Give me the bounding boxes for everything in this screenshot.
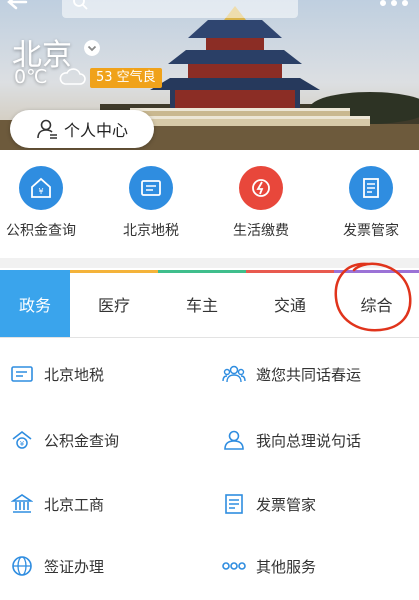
city-dropdown-icon[interactable] <box>84 40 100 56</box>
quick-label: 发票管家 <box>343 223 399 239</box>
service-local-tax[interactable]: 北京地税 <box>10 354 104 394</box>
tab-government[interactable]: 政务 <box>0 270 70 337</box>
service-premier-feedback[interactable]: 我向总理说句话 <box>222 420 361 460</box>
tab-label: 车主 <box>185 295 218 315</box>
tab-car-owner[interactable]: 车主 <box>158 270 246 337</box>
tab-label: 交通 <box>273 295 306 315</box>
user-speak-icon <box>222 428 246 452</box>
service-label: 其他服务 <box>256 557 317 576</box>
quick-local-tax[interactable]: 北京地税 <box>96 160 206 240</box>
back-arrow-icon[interactable] <box>4 0 30 16</box>
tab-label: 医疗 <box>97 295 130 315</box>
service-label: 公积金查询 <box>44 431 120 450</box>
air-quality-badge: 53 空气良 <box>90 68 162 88</box>
svg-text:¥: ¥ <box>38 187 43 196</box>
tax-card-icon <box>10 362 34 386</box>
tab-medical[interactable]: 医疗 <box>70 270 158 337</box>
user-icon <box>37 119 57 139</box>
red-circle-annotation <box>334 262 412 332</box>
svg-text:¥: ¥ <box>20 440 25 448</box>
quick-services: ¥ 公积金查询 北京地税 生活缴费 发票管家 <box>0 160 419 256</box>
service-label: 签证办理 <box>44 557 105 576</box>
bill-pay-icon <box>239 166 283 210</box>
tax-card-icon <box>129 166 173 210</box>
quick-label: 生活缴费 <box>233 223 289 239</box>
service-label: 我向总理说句话 <box>256 431 362 450</box>
quick-housing-fund[interactable]: ¥ 公积金查询 <box>0 160 96 240</box>
service-label: 发票管家 <box>256 495 317 514</box>
quick-label: 北京地税 <box>123 223 179 239</box>
tab-color-bar <box>246 270 334 273</box>
service-housing-fund[interactable]: ¥ 公积金查询 <box>10 420 119 460</box>
invoice-icon <box>222 492 246 516</box>
quick-label: 公积金查询 <box>6 223 76 239</box>
service-visa[interactable]: 签证办理 <box>10 546 104 586</box>
service-spring-travel[interactable]: 邀您共同话春运 <box>222 354 361 394</box>
housing-fund-icon: ¥ <box>10 428 34 452</box>
search-icon <box>73 0 88 10</box>
service-label: 北京工商 <box>44 495 105 514</box>
service-invoice[interactable]: 发票管家 <box>222 484 316 524</box>
temperature: 0℃ <box>14 66 48 88</box>
service-industry-commerce[interactable]: 北京工商 <box>10 484 104 524</box>
cloud-icon <box>59 68 86 85</box>
search-input[interactable] <box>62 0 298 18</box>
housing-fund-icon: ¥ <box>19 166 63 210</box>
personal-center-button[interactable]: 个人中心 <box>10 110 154 148</box>
more-dots-icon <box>222 554 246 578</box>
globe-icon <box>10 554 34 578</box>
quick-invoice[interactable]: 发票管家 <box>316 160 419 240</box>
more-menu-icon[interactable] <box>377 0 411 10</box>
quick-bill-pay[interactable]: 生活缴费 <box>206 160 316 240</box>
tab-color-bar <box>70 270 158 273</box>
group-icon <box>222 362 246 386</box>
tab-color-bar <box>158 270 246 273</box>
tab-traffic[interactable]: 交通 <box>246 270 334 337</box>
service-label: 北京地税 <box>44 365 105 384</box>
service-other[interactable]: 其他服务 <box>222 546 316 586</box>
bank-building-icon <box>10 492 34 516</box>
invoice-icon <box>349 166 393 210</box>
personal-center-label: 个人中心 <box>63 121 128 140</box>
tab-label: 政务 <box>18 295 51 315</box>
header-banner: 北京 0℃ 53 空气良 个人中心 <box>0 0 419 150</box>
service-label: 邀您共同话春运 <box>256 365 362 384</box>
